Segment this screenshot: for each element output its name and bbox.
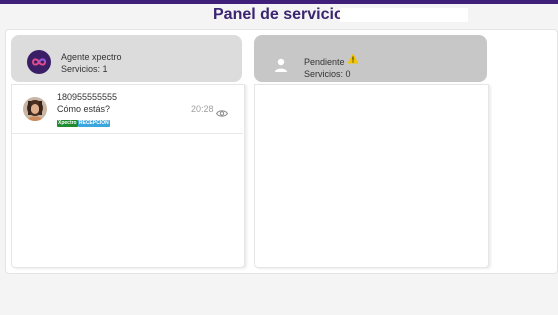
title-blank-area: [340, 8, 468, 22]
pending-name: Pendiente: [304, 57, 345, 67]
conversation-time: 20:28: [191, 104, 214, 114]
top-accent-bar: [0, 0, 558, 4]
infinity-logo-icon: [27, 50, 51, 74]
user-placeholder-icon: [273, 57, 289, 73]
tag-xpectro: Xpectro: [57, 120, 78, 127]
tag-recepcion: RECEPCION: [78, 120, 110, 127]
eye-icon[interactable]: [216, 105, 228, 117]
agent-name: Agente xpectro: [61, 52, 122, 62]
agent-services-count: Servicios: 1: [61, 64, 108, 74]
warning-icon: [347, 51, 359, 64]
pending-services-count: Servicios: 0: [304, 69, 351, 79]
column-body-pending: [254, 84, 489, 268]
conversation-message: Cómo estás?: [57, 104, 111, 114]
page-title: Panel de servicio: [213, 6, 344, 23]
conversation-phone: 180955555555: [57, 92, 118, 102]
contact-avatar: [23, 97, 47, 121]
